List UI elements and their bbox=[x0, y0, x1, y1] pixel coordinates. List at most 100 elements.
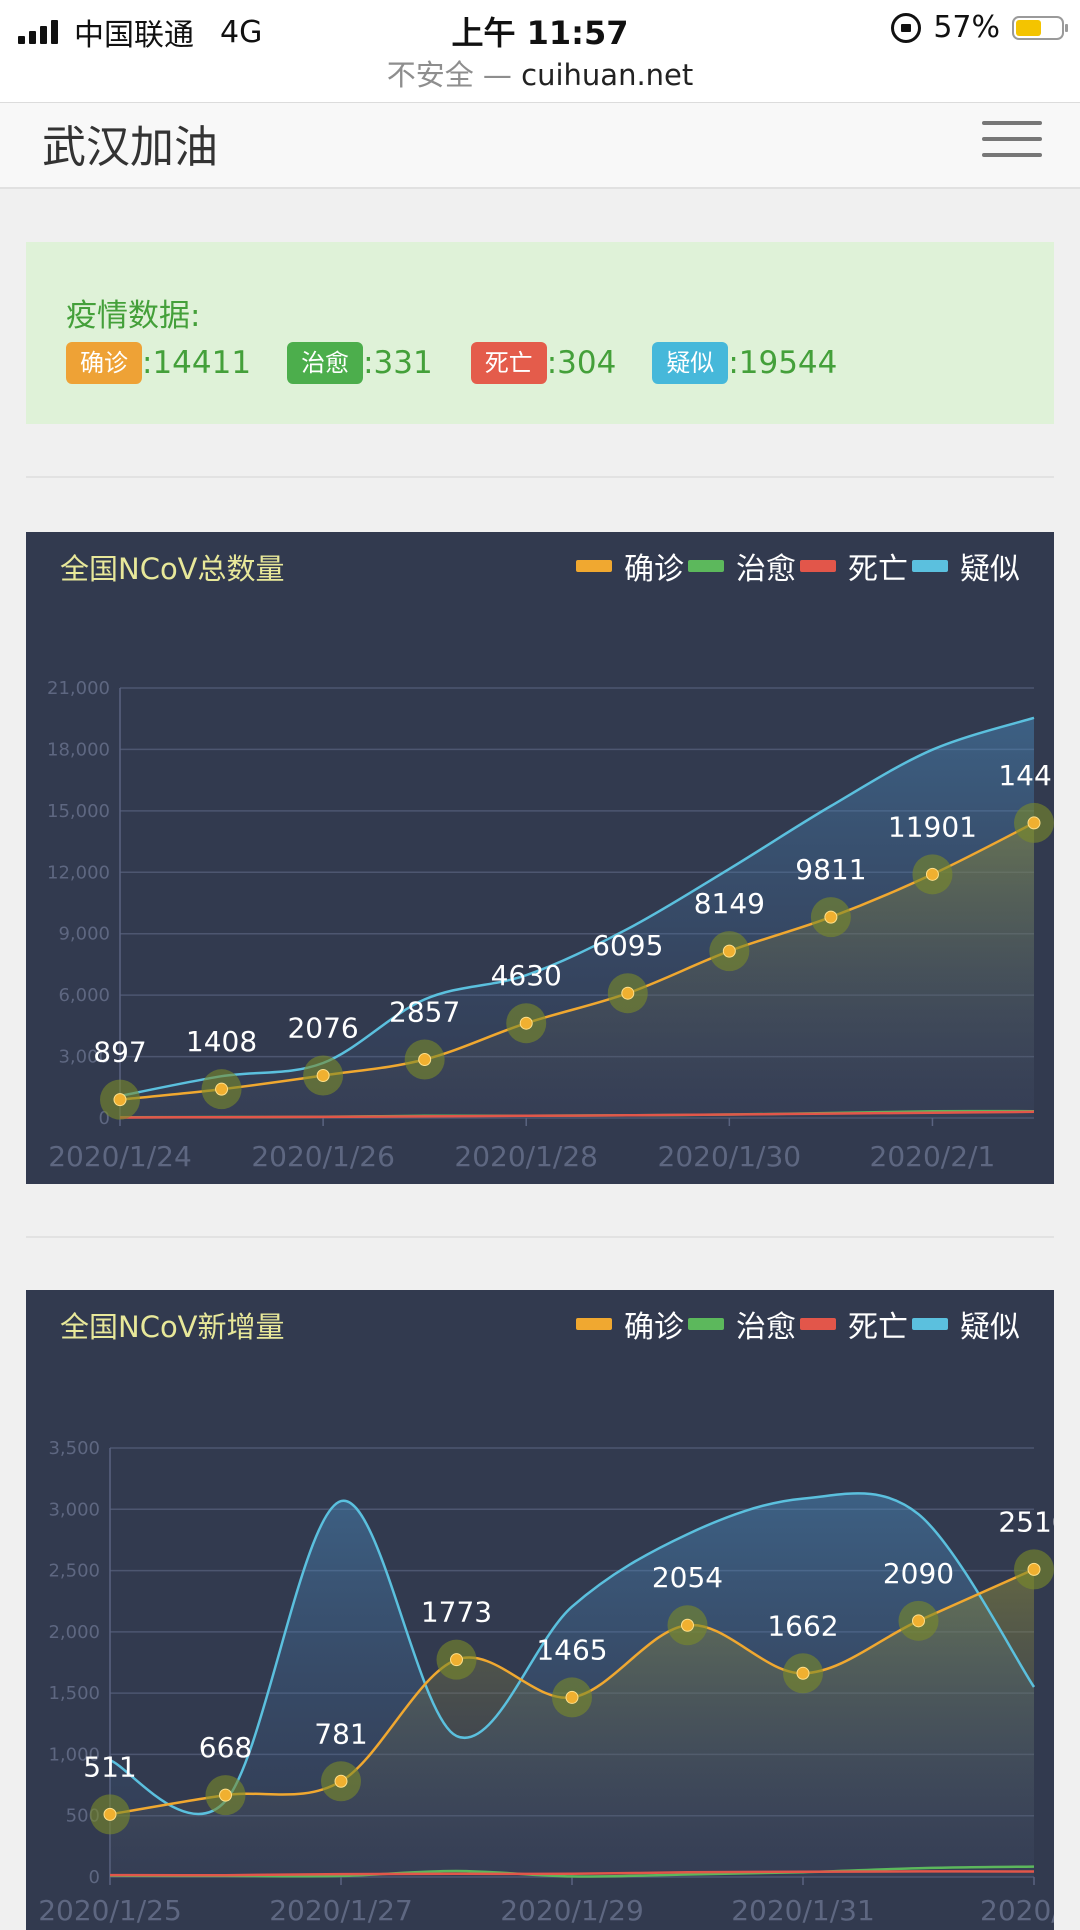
stat-cured: 治愈 :331 bbox=[287, 342, 433, 384]
data-point-confirmed[interactable] bbox=[418, 1052, 432, 1066]
x-tick-label: 2020/1/30 bbox=[658, 1140, 802, 1173]
y-tick-label: 1,500 bbox=[48, 1683, 100, 1704]
legend-label: 死亡 bbox=[848, 1310, 908, 1345]
legend-label: 疑似 bbox=[960, 1310, 1020, 1345]
data-label: 511 bbox=[83, 1750, 136, 1783]
data-label: 6095 bbox=[592, 929, 663, 962]
divider bbox=[26, 1236, 1054, 1238]
data-point-confirmed[interactable] bbox=[1027, 1562, 1041, 1576]
legend-label: 治愈 bbox=[736, 1310, 796, 1345]
data-label: 2054 bbox=[652, 1561, 723, 1594]
data-label: 1465 bbox=[536, 1633, 607, 1666]
data-label: 9811 bbox=[795, 853, 866, 886]
data-point-confirmed[interactable] bbox=[316, 1068, 330, 1082]
badge-suspected: 疑似 bbox=[652, 342, 729, 384]
data-label: 2510 bbox=[998, 1505, 1054, 1538]
legend-swatch bbox=[576, 1318, 612, 1330]
data-label: 4630 bbox=[491, 959, 562, 992]
y-tick-label: 3,500 bbox=[48, 1438, 100, 1459]
data-label: 1408 bbox=[186, 1025, 257, 1058]
value-suspected: :19544 bbox=[728, 345, 838, 381]
data-point-confirmed[interactable] bbox=[824, 910, 838, 924]
y-tick-label: 18,000 bbox=[47, 739, 110, 760]
data-point-confirmed[interactable] bbox=[215, 1082, 229, 1096]
data-point-confirmed[interactable] bbox=[519, 1016, 533, 1030]
y-tick-label: 2,000 bbox=[48, 1622, 100, 1643]
chart-legend: 确诊 治愈 死亡 疑似 bbox=[572, 544, 1020, 588]
data-point-confirmed[interactable] bbox=[334, 1774, 348, 1788]
data-point-confirmed[interactable] bbox=[219, 1788, 232, 1802]
data-point-confirmed[interactable] bbox=[621, 986, 635, 1000]
menu-icon[interactable] bbox=[982, 117, 1042, 161]
chart-title: 全国NCoV新增量 bbox=[60, 1310, 285, 1344]
legend-item-confirmed[interactable]: 确诊 bbox=[576, 544, 684, 588]
legend-swatch bbox=[912, 1318, 948, 1330]
legend-swatch bbox=[800, 560, 836, 572]
legend-item-suspected[interactable]: 疑似 bbox=[912, 1302, 1020, 1346]
address-bar[interactable]: 不安全 — cuihuan.net bbox=[0, 52, 1080, 94]
x-tick-label: 2020/1/24 bbox=[48, 1140, 192, 1173]
data-point-confirmed[interactable] bbox=[722, 944, 736, 958]
stat-dead: 死亡 :304 bbox=[470, 342, 616, 384]
chart-total: 0 3,000 6,000 9,000 12,000 15,000 18,000 21,000… bbox=[26, 532, 1054, 1184]
navbar: 武汉加油 bbox=[0, 102, 1080, 189]
url-domain: cuihuan.net bbox=[521, 58, 694, 92]
legend-swatch bbox=[576, 560, 612, 572]
data-label: 2090 bbox=[883, 1557, 954, 1590]
chart-canvas: 03,0006,0009,00012,00015,00018,00021,000… bbox=[47, 678, 1054, 1173]
y-tick-label: 15,000 bbox=[47, 801, 110, 822]
data-point-confirmed[interactable] bbox=[103, 1807, 117, 1821]
legend-swatch bbox=[912, 560, 948, 572]
battery-fill bbox=[1016, 19, 1042, 36]
data-point-confirmed[interactable] bbox=[113, 1093, 127, 1107]
data-label: 1441 bbox=[998, 759, 1054, 792]
legend-item-dead[interactable]: 死亡 bbox=[800, 544, 908, 588]
data-point-confirmed[interactable] bbox=[912, 1614, 925, 1628]
x-tick-label: 2020/2/1 bbox=[870, 1140, 996, 1173]
data-label: 8149 bbox=[694, 887, 765, 920]
chart-canvas: 05001,0001,5002,0002,5003,0003,5002020/1… bbox=[38, 1438, 1054, 1927]
status-bar: 中国联通 4G 上午 11:57 不安全 — cuihuan.net 57% bbox=[0, 0, 1080, 102]
data-label: 11901 bbox=[888, 810, 977, 843]
legend-label: 确诊 bbox=[624, 552, 684, 587]
data-label: 668 bbox=[199, 1731, 252, 1764]
chart-legend: 确诊 治愈 死亡 疑似 bbox=[572, 1302, 1020, 1346]
legend-item-cured[interactable]: 治愈 bbox=[688, 1302, 796, 1346]
status-right: 57% bbox=[891, 10, 1068, 45]
legend-label: 确诊 bbox=[624, 1310, 684, 1345]
chart-title: 全国NCoV总数量 bbox=[60, 552, 285, 586]
badge-dead: 死亡 bbox=[470, 342, 547, 384]
rotation-lock-icon bbox=[891, 12, 922, 43]
badge-confirmed: 确诊 bbox=[66, 342, 142, 384]
brand-title[interactable]: 武汉加油 bbox=[42, 111, 218, 175]
stats-title: 疫情数据: bbox=[66, 298, 201, 334]
value-confirmed: :14411 bbox=[142, 345, 252, 381]
legend-item-confirmed[interactable]: 确诊 bbox=[576, 1302, 684, 1346]
battery-percent: 57% bbox=[933, 10, 1000, 45]
data-label: 1662 bbox=[767, 1609, 838, 1642]
y-tick-label: 21,000 bbox=[47, 678, 110, 699]
legend-swatch bbox=[800, 1318, 836, 1330]
data-label: 781 bbox=[314, 1717, 367, 1750]
legend-swatch bbox=[688, 1318, 724, 1330]
legend-item-cured[interactable]: 治愈 bbox=[688, 544, 796, 588]
data-point-confirmed[interactable] bbox=[565, 1690, 579, 1704]
x-tick-label: 2020/1/29 bbox=[500, 1894, 644, 1927]
data-point-confirmed[interactable] bbox=[1027, 816, 1041, 830]
stats-row: 确诊 :14411 治愈 :331 死亡 :304 疑似 :19544 bbox=[66, 342, 873, 384]
x-tick-label: 2020/1/31 bbox=[731, 1894, 875, 1927]
data-point-confirmed[interactable] bbox=[450, 1653, 463, 1667]
legend-item-suspected[interactable]: 疑似 bbox=[912, 544, 1020, 588]
data-point-confirmed[interactable] bbox=[681, 1618, 694, 1632]
stat-suspected: 疑似 :19544 bbox=[652, 342, 837, 384]
y-tick-label: 3,000 bbox=[48, 1499, 100, 1520]
data-point-confirmed[interactable] bbox=[796, 1666, 810, 1680]
legend-item-dead[interactable]: 死亡 bbox=[800, 1302, 908, 1346]
y-tick-label: 0 bbox=[89, 1867, 100, 1888]
data-point-confirmed[interactable] bbox=[925, 867, 939, 881]
x-tick-label: 2020/1/28 bbox=[454, 1140, 598, 1173]
legend-label: 疑似 bbox=[960, 552, 1020, 587]
legend-label: 死亡 bbox=[848, 552, 908, 587]
divider bbox=[26, 476, 1054, 478]
chart-daily: 0 500 1,000 1,500 2,000 2,500 3,000 3,500 2020/1… bbox=[26, 1290, 1054, 1930]
